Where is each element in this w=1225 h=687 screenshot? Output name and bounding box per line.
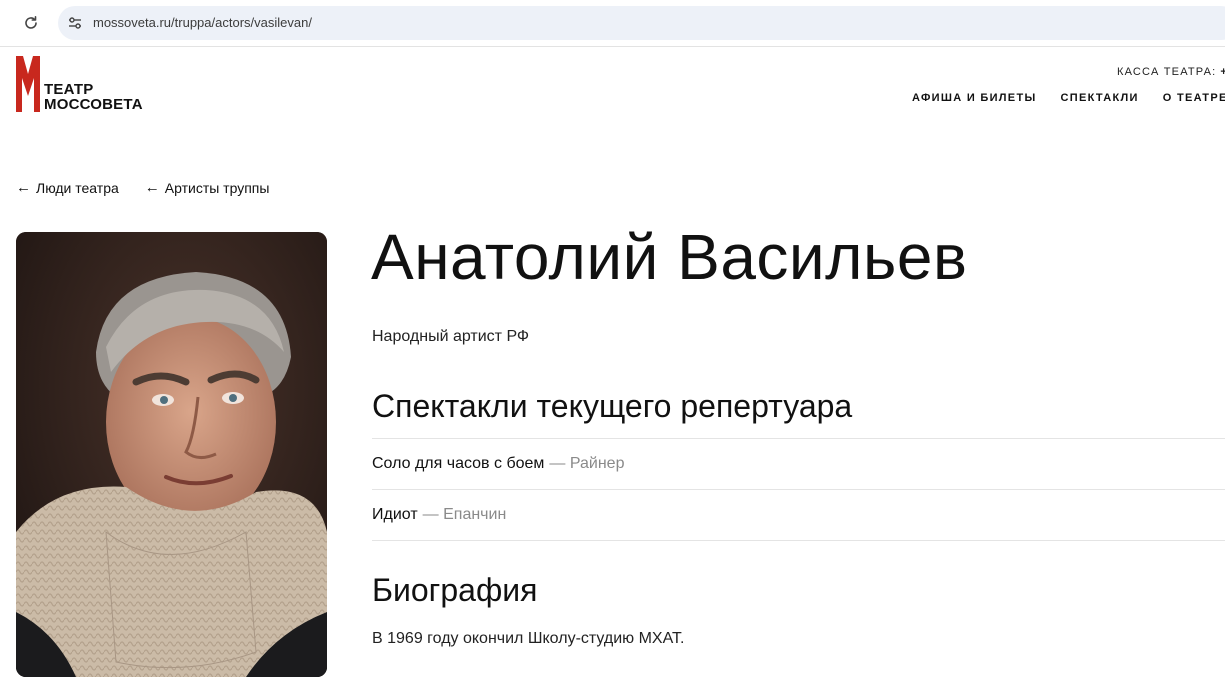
repertoire-item[interactable]: Идиот — Епанчин — [372, 489, 1225, 541]
logo-line-2: МОССОВЕТА — [44, 96, 143, 113]
logo-wordmark: ТЕАТР МОССОВЕТА — [44, 82, 143, 112]
ticket-office-number[interactable]: + — [1220, 66, 1225, 78]
ticket-office-phone[interactable]: КАССА ТЕАТРА: + — [1117, 66, 1225, 78]
breadcrumb: ← Люди театра ← Артисты труппы — [16, 180, 269, 196]
play-title[interactable]: Соло для часов с боем — [372, 455, 544, 473]
arrow-left-icon: ← — [144, 179, 160, 196]
biography-text: В 1969 году окончил Школу-студию МХАТ. — [372, 630, 685, 647]
actor-title: Народный артист РФ — [372, 328, 530, 345]
main-nav: АФИША И БИЛЕТЫ СПЕКТАКЛИ О ТЕАТРЕ — [912, 92, 1225, 104]
address-bar[interactable]: mossoveta.ru/truppa/actors/vasilevan/ — [58, 6, 1225, 40]
play-title[interactable]: Идиот — [372, 506, 418, 524]
breadcrumb-people-link[interactable]: ← Люди театра — [16, 180, 119, 196]
theatre-logo[interactable]: ТЕАТР МОССОВЕТА — [16, 56, 176, 114]
site-settings-icon[interactable] — [66, 14, 84, 32]
role-name: — Епанчин — [422, 506, 507, 523]
ticket-office-label: КАССА ТЕАТРА: — [1117, 66, 1217, 78]
logo-line-1: ТЕАТР — [44, 81, 94, 98]
actor-portrait — [16, 232, 327, 677]
logo-m-mark — [16, 56, 40, 112]
nav-about-theatre[interactable]: О ТЕАТРЕ — [1163, 92, 1225, 104]
browser-toolbar: mossoveta.ru/truppa/actors/vasilevan/ — [0, 0, 1225, 47]
repertoire-heading: Спектакли текущего репертуара — [372, 388, 853, 424]
arrow-left-icon: ← — [16, 179, 31, 196]
reload-icon[interactable] — [17, 9, 45, 37]
repertoire-list: Соло для часов с боем — Райнер Идиот — Е… — [372, 438, 1225, 541]
url-text[interactable]: mossoveta.ru/truppa/actors/vasilevan/ — [93, 15, 312, 30]
actor-name: Анатолий Васильев — [371, 221, 968, 293]
breadcrumb-troupe-link[interactable]: ← Артисты труппы — [145, 180, 270, 196]
repertoire-item[interactable]: Соло для часов с боем — Райнер — [372, 438, 1225, 489]
nav-afisha[interactable]: АФИША И БИЛЕТЫ — [912, 92, 1037, 104]
breadcrumb-label: Артисты труппы — [164, 180, 270, 196]
biography-heading: Биография — [372, 572, 538, 608]
role-name: — Райнер — [549, 455, 625, 472]
breadcrumb-label: Люди театра — [36, 180, 119, 196]
nav-performances[interactable]: СПЕКТАКЛИ — [1061, 92, 1139, 104]
